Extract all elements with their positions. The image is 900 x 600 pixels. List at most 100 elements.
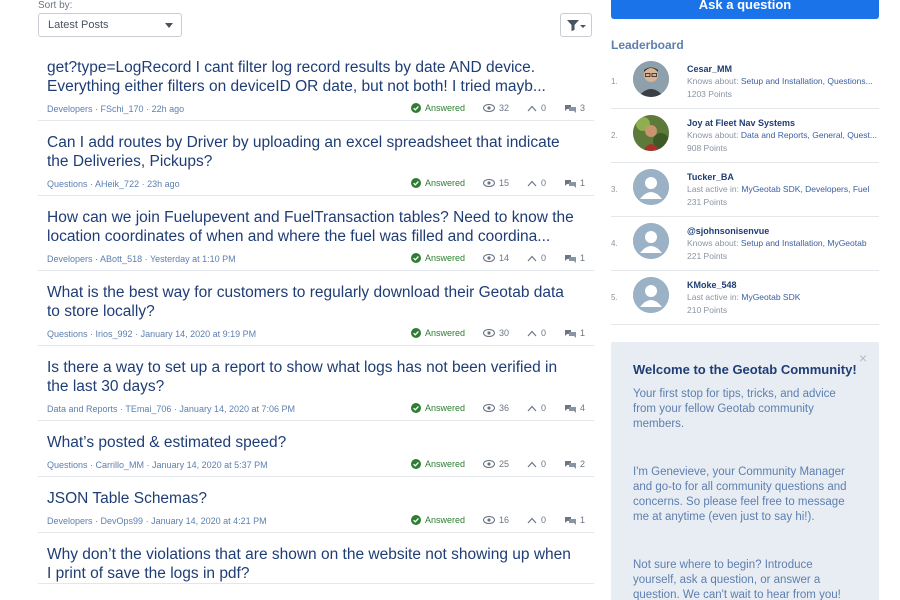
about-value[interactable]: MyGeotab SDK, Developers, Fuel bbox=[741, 184, 869, 194]
avatar[interactable] bbox=[633, 115, 669, 151]
avatar[interactable] bbox=[633, 277, 669, 313]
comments-value: 1 bbox=[580, 253, 586, 263]
vote-count[interactable]: 0 bbox=[527, 513, 546, 527]
default-user-icon bbox=[633, 169, 669, 205]
vote-count[interactable]: 0 bbox=[527, 326, 546, 340]
leaderboard-item: 3. Tucker_BA Last active in: MyGeotab SD… bbox=[611, 163, 879, 217]
default-user-icon bbox=[633, 277, 669, 313]
post-title-link[interactable]: How can we join Fuelupevent and FuelTran… bbox=[47, 208, 577, 246]
user-photo-icon bbox=[633, 61, 669, 97]
welcome-title: Welcome to the Geotab Community! bbox=[633, 362, 857, 377]
leaderboard-rank: 1. bbox=[611, 77, 618, 86]
sidebar: Ask a question Leaderboard 1. Cesar_MM K… bbox=[611, 0, 880, 600]
about-value[interactable]: Setup and Installation, MyGeotab bbox=[741, 238, 867, 248]
leaderboard-info: Cesar_MM Knows about: Setup and Installa… bbox=[687, 63, 879, 101]
post-author[interactable]: Irios_992 bbox=[96, 329, 133, 339]
comments-value: 4 bbox=[580, 403, 586, 413]
post-title-link[interactable]: JSON Table Schemas? bbox=[47, 489, 577, 508]
avatar[interactable] bbox=[633, 169, 669, 205]
post-author[interactable]: AHeik_722 bbox=[95, 179, 139, 189]
leaderboard-points: 210 Points bbox=[687, 305, 728, 315]
post-meta: Developers · FSchi_170 · 22h ago Answere… bbox=[47, 101, 586, 115]
post-author[interactable]: Carrillo_MM bbox=[96, 460, 145, 470]
leaderboard-name[interactable]: Tucker_BA bbox=[687, 171, 879, 183]
post-title-link[interactable]: Is there a way to set up a report to sho… bbox=[47, 358, 577, 396]
avatar[interactable] bbox=[633, 223, 669, 259]
votes-value: 0 bbox=[541, 253, 547, 263]
post-meta: Questions · AHeik_722 · 23h ago Answered… bbox=[47, 176, 586, 190]
answered-badge: Answered bbox=[411, 513, 465, 527]
answered-label: Answered bbox=[425, 515, 466, 525]
votes-value: 0 bbox=[541, 515, 547, 525]
sort-select[interactable]: Latest Posts bbox=[38, 13, 182, 37]
about-value[interactable]: MyGeotab SDK bbox=[741, 292, 800, 302]
chevron-up-icon bbox=[527, 105, 537, 111]
comments-count: 1 bbox=[565, 326, 585, 340]
vote-count[interactable]: 0 bbox=[527, 176, 546, 190]
leaderboard-name[interactable]: Cesar_MM bbox=[687, 63, 879, 75]
vote-count[interactable]: 0 bbox=[527, 101, 546, 115]
comments-count: 1 bbox=[565, 176, 585, 190]
avatar[interactable] bbox=[633, 61, 669, 97]
chevron-down-icon bbox=[580, 25, 586, 28]
about-value[interactable]: Data and Reports, General, Quest... bbox=[741, 130, 877, 140]
answered-badge: Answered bbox=[411, 176, 465, 190]
post-time: January 14, 2020 at 5:37 PM bbox=[152, 460, 268, 470]
leaderboard-name[interactable]: Joy at Fleet Nav Systems bbox=[687, 117, 879, 129]
post-meta: Questions · Carrillo_MM · January 14, 20… bbox=[47, 457, 586, 471]
post-title-link[interactable]: get?type=LogRecord I cant filter log rec… bbox=[47, 58, 577, 96]
leaderboard-title: Leaderboard bbox=[611, 38, 684, 52]
vote-count[interactable]: 0 bbox=[527, 401, 546, 415]
vote-count[interactable]: 0 bbox=[527, 457, 546, 471]
leaderboard-rank: 2. bbox=[611, 131, 618, 140]
views-value: 16 bbox=[499, 515, 510, 525]
post-title-link[interactable]: What’s posted & estimated speed? bbox=[47, 433, 577, 452]
views-value: 15 bbox=[499, 178, 510, 188]
post-title-link[interactable]: Why don’t the violations that are shown … bbox=[47, 545, 577, 583]
post-author[interactable]: ABott_518 bbox=[100, 254, 142, 264]
comments-icon bbox=[565, 104, 576, 113]
leaderboard-name[interactable]: KMoke_548 bbox=[687, 279, 879, 291]
post-author[interactable]: FSchi_170 bbox=[101, 104, 144, 114]
post-meta: Data and Reports · TEmai_706 · January 1… bbox=[47, 401, 586, 415]
post-category[interactable]: Questions bbox=[47, 460, 88, 470]
list-item: What’s posted & estimated speed? Questio… bbox=[38, 421, 594, 477]
post-author[interactable]: DevOps99 bbox=[101, 516, 144, 526]
post-title-link[interactable]: What is the best way for customers to re… bbox=[47, 283, 577, 321]
leaderboard-rank: 5. bbox=[611, 293, 618, 302]
post-category[interactable]: Questions bbox=[47, 179, 88, 189]
post-category[interactable]: Questions bbox=[47, 329, 88, 339]
votes-value: 0 bbox=[541, 328, 547, 338]
comments-icon bbox=[565, 254, 576, 263]
views-value: 14 bbox=[499, 253, 510, 263]
post-title-link[interactable]: Can I add routes by Driver by uploading … bbox=[47, 133, 577, 171]
chevron-up-icon bbox=[527, 461, 537, 467]
post-category[interactable]: Developers bbox=[47, 104, 93, 114]
filter-button[interactable] bbox=[560, 13, 592, 37]
leaderboard-about: Last active in: MyGeotab SDK, Developers… bbox=[687, 183, 879, 196]
views-count: 14 bbox=[483, 251, 509, 265]
post-time: January 14, 2020 at 4:21 PM bbox=[151, 516, 267, 526]
post-category[interactable]: Developers bbox=[47, 254, 93, 264]
welcome-paragraph: Not sure where to begin? Introduce yours… bbox=[633, 559, 841, 600]
about-value[interactable]: Setup and Installation, Questions... bbox=[741, 76, 873, 86]
vote-count[interactable]: 0 bbox=[527, 251, 546, 265]
post-category[interactable]: Developers bbox=[47, 516, 93, 526]
chevron-down-icon bbox=[165, 23, 173, 28]
chevron-up-icon bbox=[527, 405, 537, 411]
views-count: 25 bbox=[483, 457, 509, 471]
check-circle-icon bbox=[411, 103, 421, 113]
post-author[interactable]: TEmai_706 bbox=[125, 404, 171, 414]
leaderboard-about: Knows about: Setup and Installation, MyG… bbox=[687, 237, 879, 250]
views-count: 32 bbox=[483, 101, 509, 115]
leaderboard-name[interactable]: @sjohnsonisenvue bbox=[687, 225, 879, 237]
check-circle-icon bbox=[411, 178, 421, 188]
leaderboard-info: Joy at Fleet Nav Systems Knows about: Da… bbox=[687, 117, 879, 155]
ask-question-button[interactable]: Ask a question bbox=[611, 0, 879, 19]
close-icon[interactable]: × bbox=[859, 350, 867, 366]
views-count: 15 bbox=[483, 176, 509, 190]
post-category[interactable]: Data and Reports bbox=[47, 404, 118, 414]
comments-value: 1 bbox=[580, 178, 586, 188]
comments-icon bbox=[565, 179, 576, 188]
comments-count: 1 bbox=[565, 251, 585, 265]
